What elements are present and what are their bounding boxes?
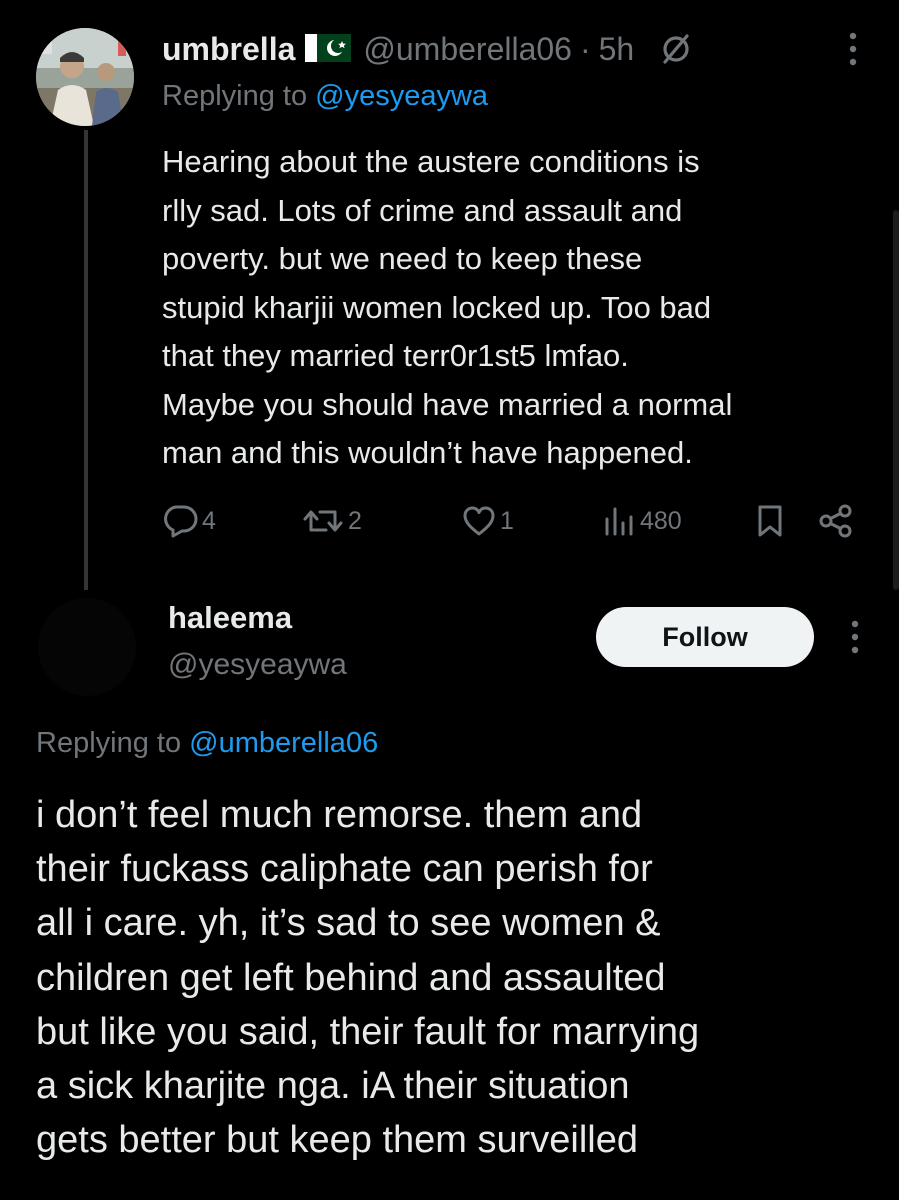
replying-to-label: Replying to bbox=[36, 727, 182, 759]
share-icon bbox=[819, 504, 852, 538]
replying-to: Replying to @umberella06 bbox=[36, 727, 378, 760]
tweet-text-line: children get left behind and assaulted bbox=[36, 956, 666, 999]
views-button[interactable]: 480 bbox=[602, 500, 682, 542]
tweet-text-line: poverty. but we need to keep these bbox=[162, 241, 643, 276]
reply-tweet-text: Hearing about the austere conditions is … bbox=[162, 138, 867, 478]
tweet-text-line: rlly sad. Lots of crime and assault and bbox=[162, 192, 683, 228]
view-count: 480 bbox=[640, 506, 682, 535]
display-name[interactable]: umbrella bbox=[162, 31, 295, 68]
like-count: 1 bbox=[500, 506, 514, 535]
analytics-icon bbox=[605, 507, 633, 536]
more-options-icon[interactable] bbox=[851, 620, 859, 654]
tweet-text-line: Hearing about the austere conditions is bbox=[162, 144, 700, 179]
author-handle[interactable]: @yesyeaywa bbox=[168, 648, 347, 682]
replying-to-handle[interactable]: @umberella06 bbox=[189, 727, 378, 759]
replying-to: Replying to @yesyeaywa bbox=[162, 80, 488, 113]
tweet-text-line: man and this wouldn’t have happened. bbox=[162, 435, 693, 470]
reply-icon bbox=[164, 505, 198, 538]
replying-to-label: Replying to bbox=[162, 80, 308, 112]
bookmark-icon bbox=[758, 505, 782, 537]
tweet-text-line: that they married terr0r1st5 lmfao. bbox=[162, 338, 629, 373]
tweet-text-line: a sick kharjite nga. iA their situation bbox=[36, 1065, 630, 1108]
author-handle[interactable]: @umberella06 bbox=[363, 31, 572, 68]
separator: · bbox=[579, 30, 591, 67]
timestamp[interactable]: 5h bbox=[599, 31, 635, 68]
empty-set-icon bbox=[658, 31, 694, 67]
repost-count: 2 bbox=[348, 506, 362, 535]
scrollbar[interactable] bbox=[893, 210, 899, 590]
pakistan-flag-icon bbox=[305, 33, 352, 62]
tweet-text-line: gets better but keep them surveilled bbox=[36, 1119, 639, 1162]
reply-tweet-header: umbrella @umberella06 · 5h bbox=[162, 26, 694, 72]
share-button[interactable] bbox=[818, 500, 854, 542]
tweet-text-line: their fuckass caliphate can perish for bbox=[36, 848, 653, 891]
avatar[interactable] bbox=[36, 28, 134, 126]
tweet-text-line: i don’t feel much remorse. them and bbox=[36, 794, 643, 836]
replying-to-handle[interactable]: @yesyeaywa bbox=[315, 80, 488, 112]
bookmark-button[interactable] bbox=[756, 500, 784, 542]
tweet-text-line: but like you said, their fault for marry… bbox=[36, 1010, 700, 1053]
follow-button[interactable]: Follow bbox=[596, 607, 814, 667]
tweet-text-line: Maybe you should have married a normal bbox=[162, 386, 733, 422]
reply-count: 4 bbox=[202, 506, 216, 535]
more-options-icon[interactable] bbox=[849, 32, 857, 66]
display-name[interactable]: haleema bbox=[168, 600, 292, 636]
tweet-text-line: stupid kharjii women locked up. Too bad bbox=[162, 289, 712, 325]
heart-icon bbox=[463, 506, 495, 536]
thread-connector-line bbox=[84, 130, 88, 590]
reply-button[interactable]: 4 bbox=[162, 500, 216, 542]
tweet-text-line: all i care. yh, it’s sad to see women & bbox=[36, 902, 661, 945]
repost-button[interactable]: 2 bbox=[302, 500, 362, 542]
main-tweet-text: i don’t feel much remorse. them and thei… bbox=[36, 788, 886, 1167]
avatar[interactable] bbox=[38, 598, 136, 696]
like-button[interactable]: 1 bbox=[462, 500, 514, 542]
repost-icon bbox=[303, 510, 343, 532]
